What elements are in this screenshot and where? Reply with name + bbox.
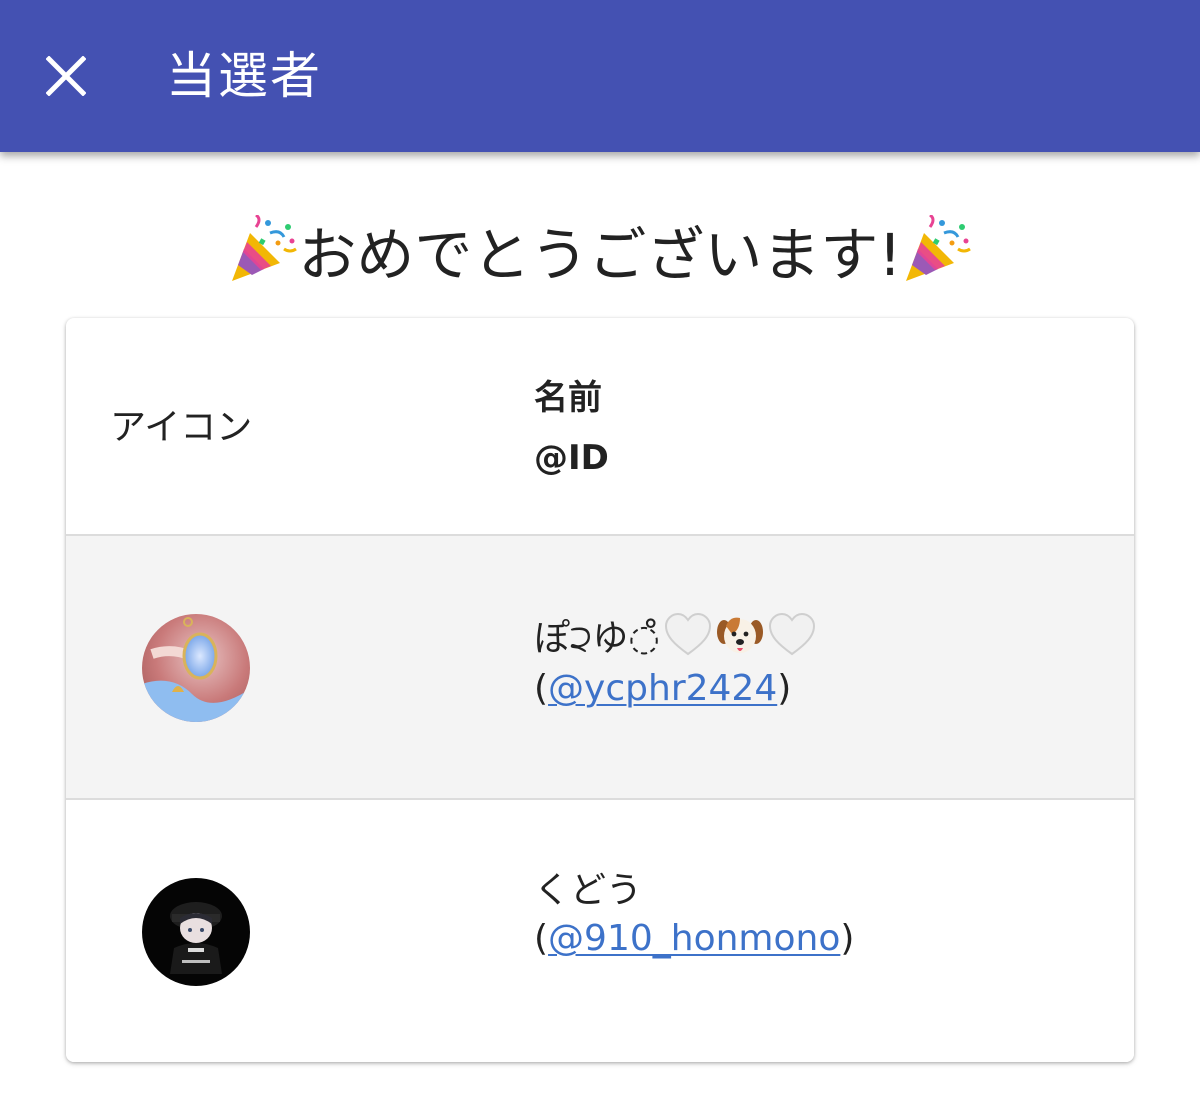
table-row: ぽ੨ゆ◌̊ (@ycphr2424)	[66, 536, 1134, 800]
avatar[interactable]	[142, 878, 250, 986]
page-title: 当選者	[166, 47, 322, 105]
close-button[interactable]	[30, 44, 102, 108]
paren-open: (	[534, 918, 549, 959]
header-icon-column: アイコン	[110, 407, 253, 448]
paren-close: )	[840, 918, 855, 959]
winner-name: くどう	[534, 862, 642, 912]
white-heart-icon	[768, 612, 816, 658]
profile-link[interactable]: @ycphr2424	[548, 668, 777, 709]
winner-handle: (@910_honmono)	[534, 918, 854, 959]
congrats-text: おめでとうございます!	[298, 221, 902, 289]
header-id-column: @ID	[534, 438, 609, 478]
party-popper-icon	[228, 215, 298, 285]
dog-face-icon	[716, 612, 764, 658]
table-row: くどう (@910_honmono)	[66, 800, 1134, 1062]
close-icon	[46, 56, 86, 96]
winner-name-text: ぽ੨ゆ◌̊	[534, 618, 660, 659]
app-bar: 当選者	[0, 0, 1200, 152]
party-popper-icon	[902, 215, 972, 285]
winner-name-text: くどう	[534, 870, 643, 911]
winner-name: ぽ੨ゆ◌̊	[534, 610, 816, 660]
winners-table: アイコン 名前 @ID ぽ੨ゆ◌̊ (@ycphr2424) くどう (@910…	[66, 318, 1134, 1062]
white-heart-icon	[664, 612, 712, 658]
congrats-heading: おめでとうございます!	[0, 208, 1200, 292]
avatar[interactable]	[142, 614, 250, 722]
paren-close: )	[777, 668, 792, 709]
table-header: アイコン 名前 @ID	[66, 318, 1134, 536]
winner-handle: (@ycphr2424)	[534, 668, 791, 709]
paren-open: (	[534, 668, 549, 709]
profile-link[interactable]: @910_honmono	[548, 918, 840, 959]
header-name-column: 名前	[534, 378, 602, 418]
